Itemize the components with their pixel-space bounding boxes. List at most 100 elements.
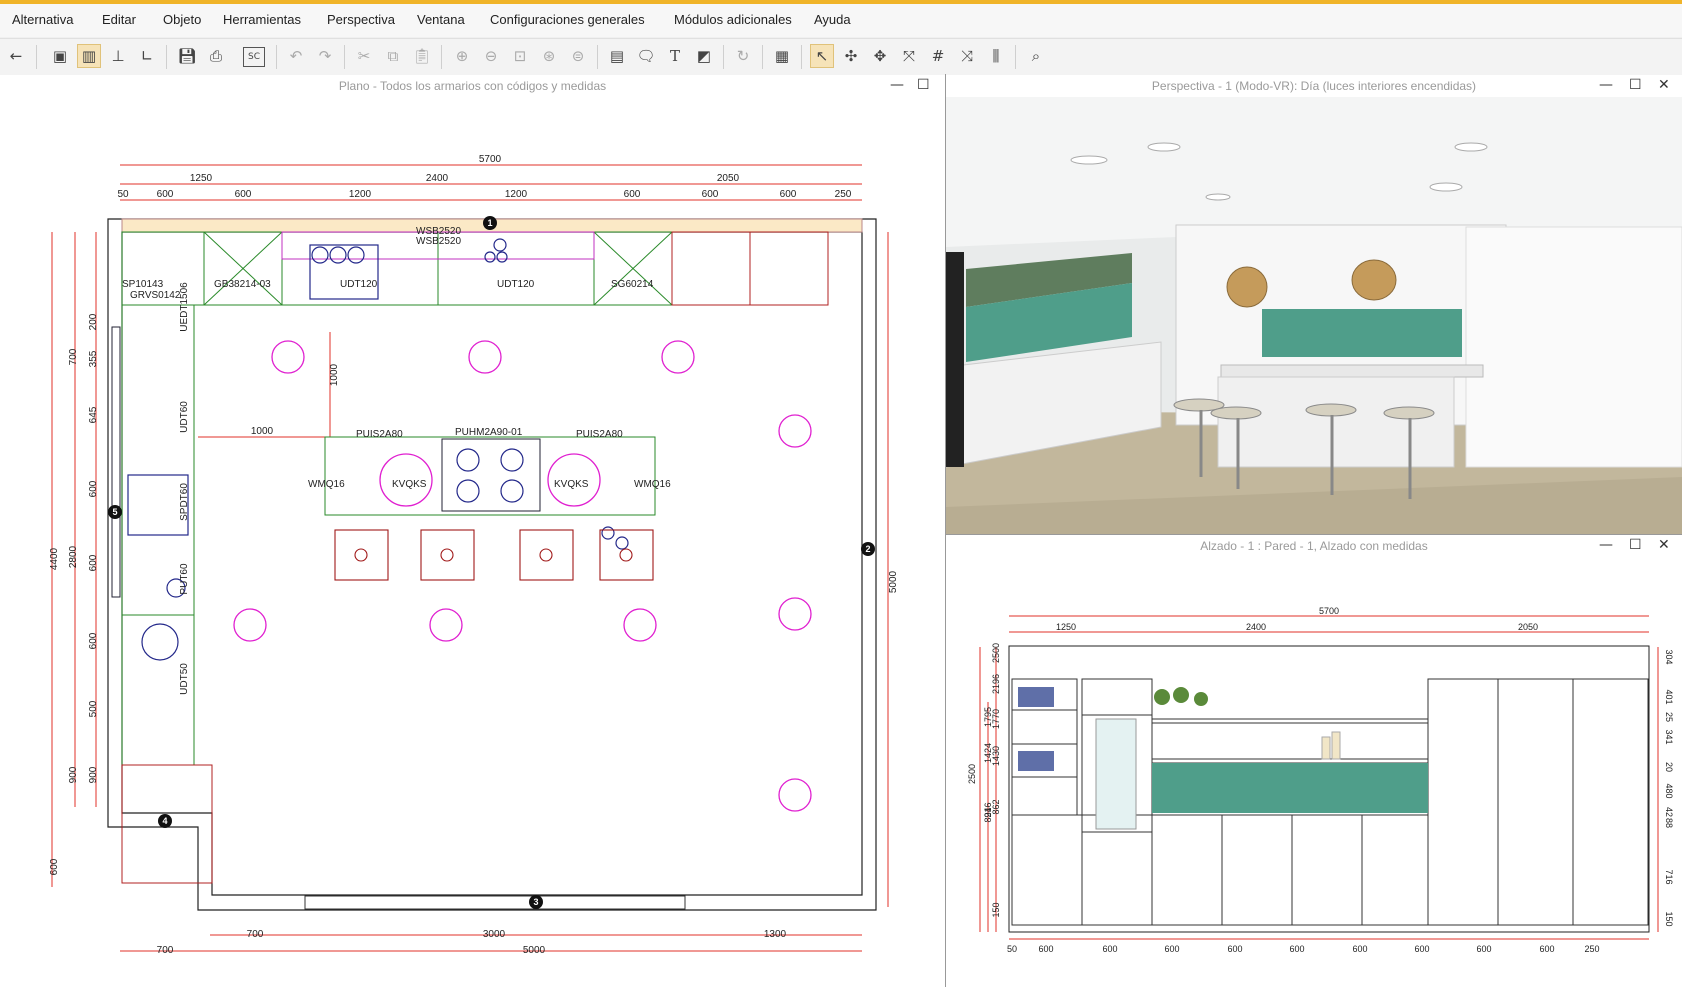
plan-dim: 600 — [88, 554, 99, 571]
grid-icon[interactable]: # — [926, 44, 950, 68]
elev-dim: 600 — [1164, 944, 1179, 954]
cabinet-code: UDT120 — [340, 279, 378, 290]
view-wall-icon[interactable]: ▥ — [77, 44, 101, 68]
zoom-in-icon[interactable]: ⊕ — [450, 44, 474, 68]
mirror-icon[interactable]: ⫼ — [984, 44, 1008, 68]
cut-icon[interactable]: ✂ — [352, 44, 376, 68]
note-icon[interactable]: 🗨︎ — [634, 44, 658, 68]
plan-dim: 50 — [117, 189, 129, 200]
elevation-pane-title: Alzado - 1 : Pared - 1, Alzado con medid… — [946, 535, 1682, 557]
copy-icon[interactable]: ⧉ — [381, 44, 405, 68]
elev-dim: 25 — [1664, 712, 1674, 722]
elev-dim: 600 — [1414, 944, 1429, 954]
wall-marker: 1 — [487, 218, 492, 228]
wall-marker: 4 — [162, 816, 167, 826]
toolbar: ← ▣ ▥ ⊥ ∟ 💾︎ ⎙ SC ↶ ↷ ✂ ⧉ 📋︎ ⊕ ⊖ ⊡ ⊛ ⊜ ▤… — [0, 38, 1682, 76]
elev-dim: 20 — [1664, 762, 1674, 772]
undo-icon[interactable]: ↶ — [284, 44, 308, 68]
plan-dim: 1250 — [190, 173, 213, 184]
plan-dim: 5000 — [523, 945, 546, 956]
zoom-out-icon[interactable]: ⊖ — [479, 44, 503, 68]
plan-dim: 3000 — [483, 929, 506, 940]
plan-dim: 1000 — [251, 426, 274, 437]
elev-dim: 480 — [1664, 783, 1674, 798]
sc-icon[interactable]: SC — [243, 47, 265, 67]
cabinet-code: PUIS2A80 — [576, 429, 623, 440]
back-arrow-icon[interactable]: ← — [4, 44, 28, 68]
menu-editar[interactable]: Editar — [102, 12, 136, 27]
cabinet-code: SG60214 — [611, 279, 654, 290]
floor-plan-drawing[interactable]: 5700 1250 2400 2050 50 600 600 1200 1200… — [0, 97, 945, 987]
elevation-drawing[interactable]: 5700 1250 2400 2050 50 600 600 600 600 6… — [946, 557, 1682, 987]
paste-icon[interactable]: 📋︎ — [410, 44, 434, 68]
dimension-icon[interactable]: ◩ — [692, 44, 716, 68]
glass-door — [1095, 718, 1137, 830]
maximize-icon[interactable]: ☐ — [1629, 537, 1642, 553]
menu-perspectiva[interactable]: Perspectiva — [327, 12, 395, 27]
camera-icon[interactable]: ⌕ — [1024, 44, 1048, 68]
elev-dim: 600 — [1289, 944, 1304, 954]
zoom-window-icon[interactable]: ⊡ — [508, 44, 532, 68]
close-icon[interactable]: ✕ — [1658, 537, 1670, 553]
elev-dim: 42 — [1664, 807, 1674, 817]
align-icon[interactable]: ⤧ — [897, 44, 921, 68]
zoom-previous-icon[interactable]: ⊜ — [566, 44, 590, 68]
elev-dim: 1770 — [991, 709, 1001, 729]
menu-ayuda[interactable]: Ayuda — [814, 12, 851, 27]
list-icon[interactable]: ▤ — [605, 44, 629, 68]
plan-dim: 900 — [88, 766, 99, 783]
elev-dim: 716 — [1664, 869, 1674, 884]
view-elevation-icon[interactable]: ⊥ — [106, 44, 130, 68]
elev-dim: 600 — [1227, 944, 1242, 954]
cabinet-code: SP10143 — [122, 279, 164, 290]
plan-dim: 900 — [68, 766, 79, 783]
save-icon[interactable]: 💾︎ — [175, 44, 199, 68]
zoom-all-icon[interactable]: ⊛ — [537, 44, 561, 68]
maximize-icon[interactable]: ☐ — [1629, 77, 1642, 93]
minimize-icon[interactable]: — — [1599, 77, 1613, 93]
elevation-pane[interactable]: Alzado - 1 : Pared - 1, Alzado con medid… — [946, 535, 1682, 987]
text-icon[interactable]: T — [663, 44, 687, 68]
window-left — [111, 326, 121, 598]
elev-dim: 2400 — [1246, 622, 1266, 632]
minimize-icon[interactable]: — — [1599, 537, 1613, 553]
plan-pane[interactable]: Plano - Todos los armarios con códigos y… — [0, 75, 945, 987]
menu-configuraciones-generales[interactable]: Configuraciones generales — [490, 12, 645, 27]
menu-herramientas[interactable]: Herramientas — [223, 12, 301, 27]
plan-dim: 5000 — [888, 570, 899, 593]
elev-dim: 600 — [1539, 944, 1554, 954]
close-icon[interactable]: ✕ — [1658, 77, 1670, 93]
refresh-icon[interactable]: ↻ — [731, 44, 755, 68]
plan-dim: 2800 — [68, 545, 79, 568]
perspective-render[interactable] — [946, 97, 1682, 534]
plan-dim: 600 — [49, 858, 60, 875]
elev-dim: 2500 — [991, 643, 1001, 663]
plan-dim: 500 — [88, 700, 99, 717]
menu-ventana[interactable]: Ventana — [417, 12, 465, 27]
measure-icon[interactable]: ⤨ — [955, 44, 979, 68]
cabinet-code: KVQKS — [554, 479, 589, 490]
view-plan-icon[interactable]: ▣ — [48, 44, 72, 68]
perspective-pane[interactable]: Perspectiva - 1 (Modo-VR): Día (luces in… — [946, 75, 1682, 534]
calculator-icon[interactable]: ▦ — [770, 44, 794, 68]
redo-icon[interactable]: ↷ — [313, 44, 337, 68]
plan-dim: 700 — [157, 945, 174, 956]
cabinet-code: SPDT60 — [179, 483, 190, 521]
move-icon[interactable]: ✣ — [839, 44, 863, 68]
menu-objeto[interactable]: Objeto — [163, 12, 201, 27]
elev-dim: 2196 — [991, 674, 1001, 694]
minimize-icon[interactable]: — — [890, 77, 904, 93]
plan-dim: 600 — [624, 189, 641, 200]
view-floor-icon[interactable]: ∟ — [135, 44, 159, 68]
print-icon[interactable]: ⎙ — [204, 44, 228, 68]
menu-alternativa[interactable]: Alternativa — [12, 12, 73, 27]
cabinet-code: PUT60 — [179, 563, 190, 595]
elev-dim: 1430 — [991, 746, 1001, 766]
plan-dim: 200 — [88, 313, 99, 330]
maximize-icon[interactable]: ☐ — [917, 77, 930, 93]
rotate-icon[interactable]: ✥ — [868, 44, 892, 68]
plan-dim: 1200 — [349, 189, 372, 200]
plan-dim: 600 — [88, 632, 99, 649]
select-arrow-icon[interactable]: ↖ — [810, 44, 834, 68]
menu-modulos-adicionales[interactable]: Módulos adicionales — [674, 12, 792, 27]
